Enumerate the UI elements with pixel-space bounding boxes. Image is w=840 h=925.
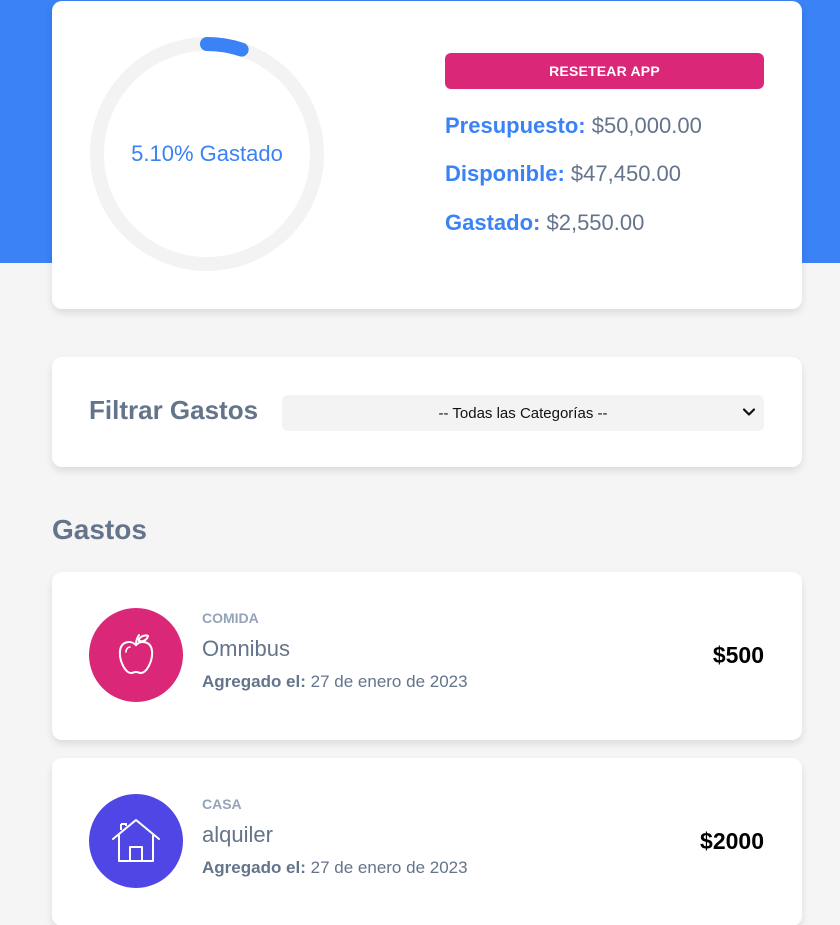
expense-date-label: Agregado el: bbox=[202, 858, 306, 877]
expense-amount: $2000 bbox=[700, 828, 764, 854]
house-icon bbox=[89, 794, 183, 888]
expense-date-value: 27 de enero de 2023 bbox=[310, 858, 468, 877]
budget-available-label: Disponible: bbox=[445, 161, 565, 186]
budget-spent: Gastado: $2,550.00 bbox=[445, 210, 644, 236]
expense-name: alquiler bbox=[202, 822, 273, 847]
expenses-title: Gastos bbox=[52, 514, 147, 545]
budget-spent-label: Gastado: bbox=[445, 210, 541, 235]
expense-category: CASA bbox=[202, 796, 242, 812]
budget-spent-value: $2,550.00 bbox=[546, 210, 645, 235]
apple-icon bbox=[89, 608, 183, 702]
expense-category: COMIDA bbox=[202, 610, 259, 626]
app-page: 5.10% Gastado RESETEAR APP Presupuesto: … bbox=[0, 0, 840, 925]
budget-total: Presupuesto: $50,000.00 bbox=[445, 113, 702, 139]
category-filter-selected: -- Todas las Categorías -- bbox=[438, 404, 608, 422]
expense-date-label: Agregado el: bbox=[202, 672, 306, 691]
expense-amount: $500 bbox=[712, 642, 764, 668]
budget-total-value: $50,000.00 bbox=[591, 113, 702, 138]
budget-available-value: $47,450.00 bbox=[570, 161, 682, 186]
expense-date: Agregado el: 27 de enero de 2023 bbox=[202, 672, 468, 692]
chevron-down-icon bbox=[742, 408, 756, 416]
expense-item[interactable]: COMIDA Omnibus Agregado el: 27 de enero … bbox=[52, 572, 802, 740]
progress-percentage: 5.10% Gastado bbox=[131, 141, 283, 166]
reset-app-button[interactable]: RESETEAR APP bbox=[445, 53, 764, 89]
expense-date-value: 27 de enero de 2023 bbox=[310, 672, 468, 691]
budget-progress-circle: 5.10% Gastado bbox=[90, 37, 324, 271]
expense-item[interactable]: CASA alquiler Agregado el: 27 de enero d… bbox=[52, 758, 802, 925]
budget-total-label: Presupuesto: bbox=[445, 113, 586, 138]
category-filter-select[interactable]: -- Todas las Categorías -- bbox=[282, 395, 764, 431]
expense-date: Agregado el: 27 de enero de 2023 bbox=[202, 858, 468, 878]
budget-available: Disponible: $47,450.00 bbox=[445, 161, 681, 187]
filter-title: Filtrar Gastos bbox=[89, 395, 259, 425]
budget-card: 5.10% Gastado RESETEAR APP Presupuesto: … bbox=[52, 1, 802, 309]
expense-name: Omnibus bbox=[202, 636, 291, 661]
filter-card: Filtrar Gastos -- Todas las Categorías -… bbox=[52, 357, 802, 467]
